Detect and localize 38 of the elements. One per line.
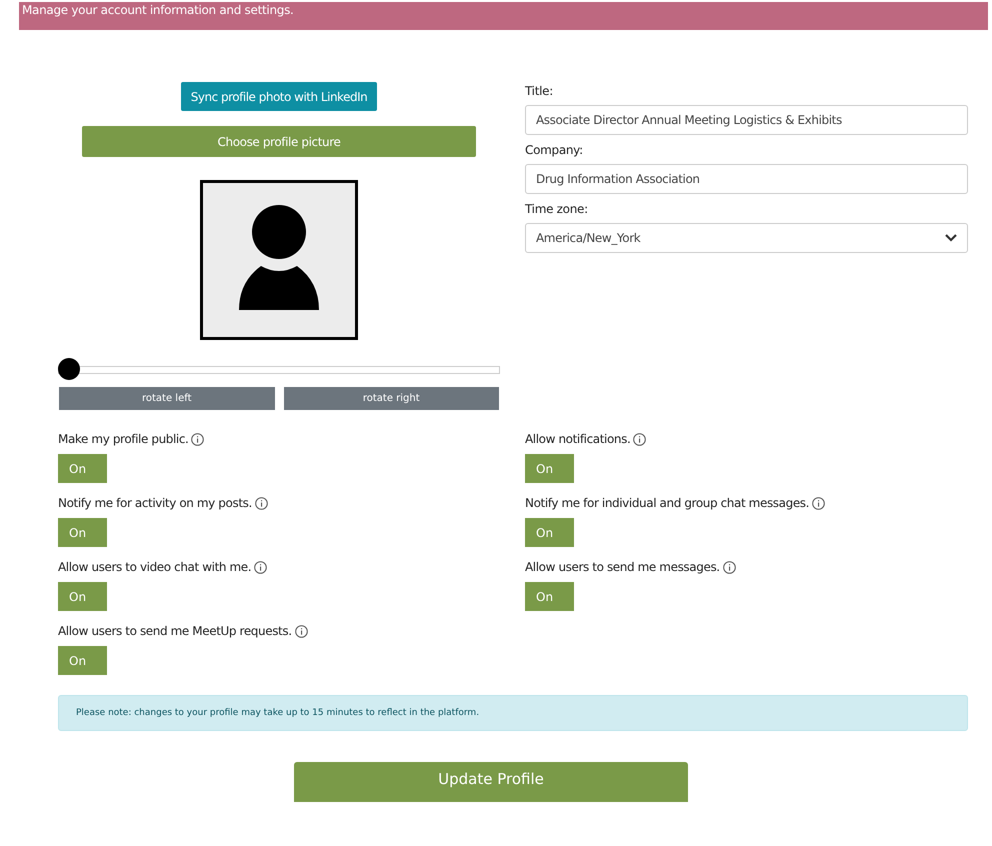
choose-picture-button[interactable]: Choose profile picture (82, 126, 476, 157)
chevron-down-icon (945, 234, 957, 242)
sync-linkedin-button[interactable]: Sync profile photo with LinkedIn (180, 82, 378, 111)
field-label: Company: (525, 143, 584, 157)
field-label: Title: (525, 84, 554, 98)
toggle-button[interactable]: On (58, 582, 107, 611)
setting-label: Notify me for individual and group chat messages. (525, 496, 810, 510)
setting-label: Allow notifications. (525, 432, 630, 446)
info-icon[interactable] (812, 496, 826, 510)
toggle-button[interactable]: On (58, 518, 107, 547)
text-field[interactable]: Drug Information Association (525, 164, 968, 194)
timezone-select[interactable]: America/New_York (525, 223, 968, 253)
zoom-slider[interactable] (58, 358, 500, 380)
info-icon[interactable] (254, 560, 268, 574)
setting-label: Notify me for activity on my posts. (58, 496, 252, 510)
toggle-button[interactable]: On (58, 454, 107, 483)
rotate-button[interactable]: rotate right (284, 387, 499, 410)
toggle-button[interactable]: On (525, 518, 574, 547)
rotate-button[interactable]: rotate left (59, 387, 274, 410)
text-field[interactable]: Associate Director Annual Meeting Logistics & Exhibits (525, 105, 968, 135)
update-profile-button[interactable]: Update Profile (294, 762, 688, 802)
info-icon[interactable] (191, 432, 204, 446)
info-icon[interactable] (294, 624, 308, 638)
slider-thumb[interactable] (58, 358, 80, 380)
person-silhouette-icon (239, 204, 319, 310)
setting-label: Make my profile public. (58, 432, 188, 446)
info-icon[interactable] (254, 496, 268, 510)
field-label: Time zone: (525, 202, 589, 216)
setting-label: Allow users to send me MeetUp requests. (58, 624, 292, 638)
setting-label: Allow users to send me messages. (525, 560, 720, 574)
info-icon[interactable] (633, 432, 646, 446)
toggle-button[interactable]: On (525, 454, 574, 483)
info-icon[interactable] (722, 560, 736, 574)
banner-text: Manage your account information and settings. (21, 2, 295, 18)
toggle-button[interactable]: On (525, 582, 574, 611)
info-alert: Please note: changes to your profile may take up to 15 minutes to reflect in the platform. (58, 695, 968, 731)
toggle-button[interactable]: On (58, 646, 107, 675)
setting-label: Allow users to video chat with me. (58, 560, 252, 574)
